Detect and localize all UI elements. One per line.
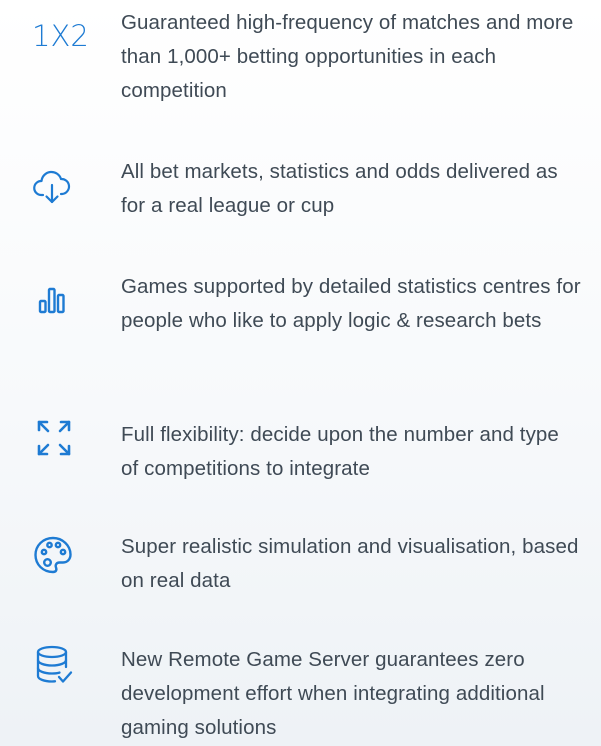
one-x-two-icon-text: 1X2 xyxy=(32,19,89,53)
expand-arrows-icon xyxy=(32,416,88,456)
feature-text: All bet markets, statistics and odds del… xyxy=(121,160,558,217)
feature-text: Games supported by detailed statistics c… xyxy=(121,275,581,332)
feature-text: Full flexibility: decide upon the number… xyxy=(121,423,559,480)
bar-chart-icon xyxy=(32,281,88,321)
database-check-icon xyxy=(32,643,88,683)
feature-text: Guaranteed high-frequency of matches and… xyxy=(121,11,574,102)
feature-text: Super realistic simulation and visualisa… xyxy=(121,535,579,592)
feature-list: 1X2 Guaranteed high-frequency of matches… xyxy=(0,0,601,746)
cloud-download-icon xyxy=(32,165,88,205)
palette-icon xyxy=(32,534,88,574)
one-x-two-icon: 1X2 xyxy=(32,16,89,56)
feature-text: New Remote Game Server guarantees zero d… xyxy=(121,648,545,739)
